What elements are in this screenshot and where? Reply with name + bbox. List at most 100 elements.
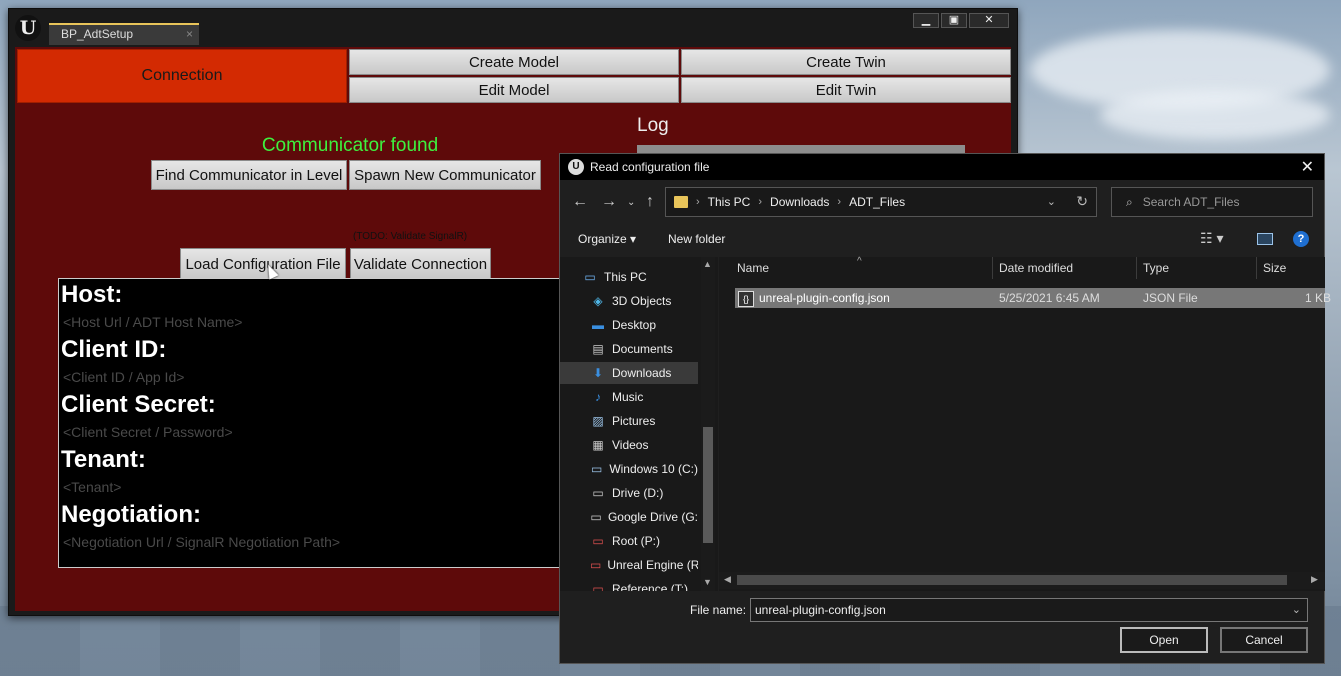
column-header-type[interactable]: Type	[1137, 257, 1257, 279]
folder-icon	[674, 196, 688, 208]
column-header-name[interactable]: Name ^	[719, 256, 993, 279]
edit-model-button[interactable]: Edit Model	[349, 77, 679, 103]
back-arrow-icon[interactable]: ←	[572, 193, 588, 211]
help-icon[interactable]: ?	[1293, 231, 1309, 247]
breadcrumb-adt-files[interactable]: ADT_Files	[849, 195, 905, 209]
music-icon: ♪	[595, 390, 601, 404]
validate-connection-button[interactable]: Validate Connection	[350, 248, 491, 280]
create-model-button[interactable]: Create Model	[349, 49, 679, 75]
scroll-up-icon[interactable]: ▲	[703, 259, 712, 269]
sidebar-item-3d-objects[interactable]: ◈ 3D Objects	[560, 290, 698, 312]
sidebar-item-google-drive[interactable]: ▭ Google Drive (G:	[560, 506, 698, 528]
load-config-button[interactable]: Load Configuration File	[180, 248, 346, 280]
address-bar[interactable]: › This PC › Downloads › ADT_Files ⌄ ↻	[665, 187, 1097, 217]
network-drive-icon: ▭	[592, 534, 604, 548]
scrollbar-thumb[interactable]	[703, 427, 713, 543]
file-dialog: U Read configuration file ✕ ← → ⌄ ↑ › Th…	[559, 153, 1331, 664]
file-size: 1 KB	[1305, 291, 1332, 305]
json-file-icon: {}	[738, 291, 754, 307]
sidebar-item-reference-drive[interactable]: ▭ Reference (T:)	[560, 578, 698, 591]
sort-ascending-icon: ^	[857, 256, 862, 267]
scroll-down-icon[interactable]: ▼	[703, 577, 712, 587]
edit-twin-button[interactable]: Edit Twin	[681, 77, 1011, 103]
dialog-close-icon[interactable]: ✕	[1301, 157, 1314, 177]
file-date: 5/25/2021 6:45 AM	[999, 291, 1100, 305]
sidebar-item-windows-drive[interactable]: ▭ Windows 10 (C:)	[560, 458, 698, 480]
cancel-button[interactable]: Cancel	[1220, 627, 1308, 653]
minimize-icon[interactable]: ▁	[913, 13, 939, 28]
cube-icon: ◈	[593, 294, 603, 308]
host-input[interactable]: <Host Url / ADT Host Name>	[61, 309, 578, 336]
todo-note: (TODO: Validate SignalR)	[353, 231, 468, 242]
tab-title: BP_AdtSetup	[61, 27, 134, 41]
drive-icon: ▭	[590, 462, 603, 476]
connection-tab-button[interactable]: Connection	[17, 49, 347, 103]
file-list-scrollbar[interactable]: ◀ ▶	[719, 572, 1325, 589]
find-communicator-button[interactable]: Find Communicator in Level	[151, 160, 347, 190]
file-name-input[interactable]: unreal-plugin-config.json ⌄	[750, 598, 1308, 622]
sidebar-item-desktop[interactable]: ▬ Desktop	[560, 314, 698, 336]
client-id-input[interactable]: <Client ID / App Id>	[61, 364, 578, 391]
address-dropdown-chevron-icon[interactable]: ⌄	[1047, 195, 1056, 208]
up-arrow-icon[interactable]: ↑	[646, 193, 654, 211]
background-cloud	[1100, 90, 1330, 140]
tab-close-icon[interactable]: ×	[186, 25, 193, 44]
organize-menu[interactable]: Organize ▾	[578, 232, 636, 246]
drive-icon: ▭	[592, 486, 604, 500]
client-secret-input[interactable]: <Client Secret / Password>	[61, 419, 578, 446]
dialog-toolbar: Organize ▾ New folder ☷ ▾ ?	[560, 228, 1324, 250]
desktop-icon: ▬	[592, 318, 604, 332]
breadcrumb-downloads[interactable]: Downloads	[770, 195, 829, 209]
search-input[interactable]: ⌕ Search ADT_Files	[1111, 187, 1313, 217]
sidebar-item-root-drive[interactable]: ▭ Root (P:)	[560, 530, 698, 552]
pictures-icon: ▨	[592, 414, 604, 428]
column-header-size[interactable]: Size	[1257, 257, 1325, 279]
scrollbar-thumb[interactable]	[737, 575, 1287, 585]
tenant-input[interactable]: <Tenant>	[61, 474, 578, 501]
drive-icon: ▭	[590, 510, 602, 524]
view-options-icon[interactable]: ☷ ▾	[1200, 230, 1223, 247]
open-button[interactable]: Open	[1120, 627, 1208, 653]
sidebar-item-drive-d[interactable]: ▭ Drive (D:)	[560, 482, 698, 504]
spawn-communicator-button[interactable]: Spawn New Communicator	[349, 160, 541, 190]
navigation-bar: ← → ⌄ ↑ › This PC › Downloads › ADT_File…	[560, 186, 1324, 220]
tenant-label: Tenant:	[61, 446, 146, 473]
connection-form: Host: <Host Url / ADT Host Name> Client …	[58, 278, 578, 568]
new-folder-button[interactable]: New folder	[668, 232, 725, 246]
sidebar-item-unreal-drive[interactable]: ▭ Unreal Engine (R	[560, 554, 698, 576]
sidebar-item-this-pc[interactable]: ▭ This PC	[560, 266, 698, 288]
sidebar-item-pictures[interactable]: ▨ Pictures	[560, 410, 698, 432]
download-icon: ⬇	[592, 366, 604, 380]
breadcrumb-this-pc[interactable]: This PC	[708, 195, 751, 209]
navigation-pane: ▭ This PC ◈ 3D Objects ▬ Desktop ▤ Docum…	[560, 257, 718, 591]
refresh-icon[interactable]: ↻	[1076, 193, 1088, 210]
sidebar-item-music[interactable]: ♪ Music	[560, 386, 698, 408]
window-controls: ▁ ▣ ✕	[913, 13, 1009, 28]
videos-icon: ▦	[592, 438, 604, 452]
network-drive-icon: ▭	[592, 582, 604, 591]
close-icon[interactable]: ✕	[969, 13, 1009, 28]
file-row[interactable]: {} unreal-plugin-config.json 5/25/2021 6…	[735, 288, 1331, 308]
network-drive-icon: ▭	[590, 558, 602, 572]
tab-bp-adtsetup[interactable]: BP_AdtSetup ×	[49, 23, 199, 45]
create-twin-button[interactable]: Create Twin	[681, 49, 1011, 75]
log-title: Log	[637, 115, 669, 136]
sidebar-item-downloads[interactable]: ⬇ Downloads	[560, 362, 698, 384]
dialog-titlebar: U Read configuration file ✕	[560, 154, 1324, 180]
sidebar-item-documents[interactable]: ▤ Documents	[560, 338, 698, 360]
chevron-down-icon[interactable]: ⌄	[1292, 599, 1301, 621]
sidebar-item-videos[interactable]: ▦ Videos	[560, 434, 698, 456]
forward-arrow-icon[interactable]: →	[601, 193, 617, 211]
dialog-title: Read configuration file	[590, 160, 710, 174]
preview-pane-icon[interactable]	[1257, 233, 1273, 245]
maximize-icon[interactable]: ▣	[941, 13, 967, 28]
scroll-right-icon[interactable]: ▶	[1311, 574, 1318, 585]
scroll-left-icon[interactable]: ◀	[724, 574, 731, 585]
negotiation-label: Negotiation:	[61, 501, 201, 528]
file-name: unreal-plugin-config.json	[759, 291, 890, 305]
navigation-scrollbar[interactable]: ▲ ▼	[701, 257, 715, 591]
recent-locations-chevron-icon[interactable]: ⌄	[627, 197, 635, 208]
negotiation-input[interactable]: <Negotiation Url / SignalR Negotiation P…	[61, 529, 578, 556]
search-placeholder: Search ADT_Files	[1142, 195, 1240, 209]
column-header-date[interactable]: Date modified	[993, 257, 1137, 279]
